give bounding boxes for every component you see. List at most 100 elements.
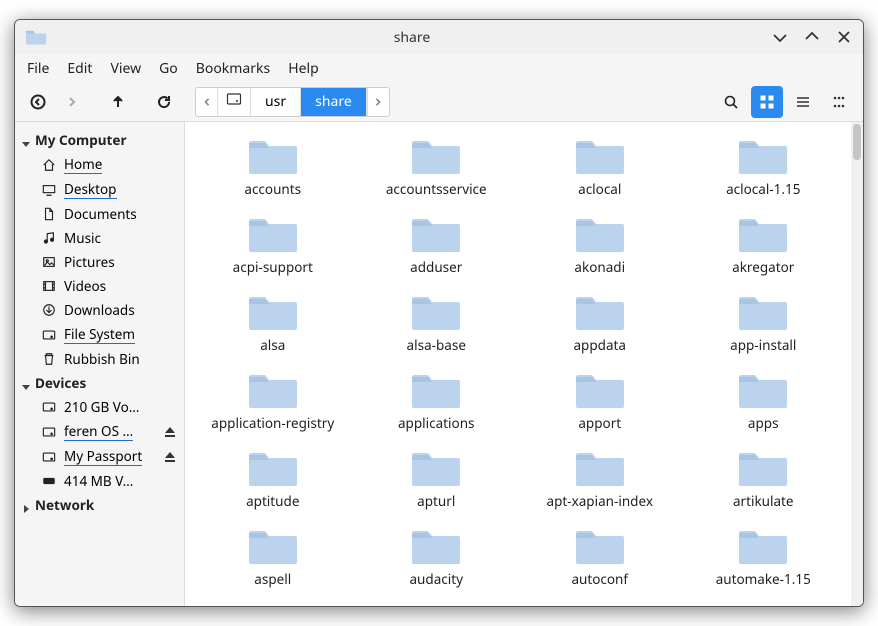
sidebar-item[interactable]: Desktop [15, 177, 184, 202]
disk-icon [41, 327, 57, 343]
folder-item[interactable]: application-registry [195, 364, 351, 438]
folder-label: apport [578, 414, 621, 432]
document-icon [41, 206, 57, 222]
menu-file[interactable]: File [27, 59, 49, 78]
folder-item[interactable]: audacity [359, 520, 515, 594]
scrollbar-thumb[interactable] [853, 124, 861, 160]
path-seg-usr[interactable]: usr [251, 88, 301, 116]
sidebar-item-label: File System [64, 325, 135, 344]
folder-label: alsa [260, 336, 285, 354]
desktop-icon [41, 182, 57, 198]
path-next-button[interactable] [367, 88, 389, 116]
expand-icon [21, 135, 31, 145]
sidebar-section-header[interactable]: Network [15, 493, 184, 517]
folder-item[interactable]: akregator [686, 208, 842, 282]
sidebar-item[interactable]: 414 MB V… [15, 469, 184, 493]
folder-grid-scroll[interactable]: accounts accountsservice aclocalaclocal-1.… [185, 122, 851, 606]
sidebar-item[interactable]: Music [15, 226, 184, 250]
folder-icon [247, 370, 299, 410]
sidebar-item[interactable]: Pictures [15, 250, 184, 274]
sidebar-item[interactable]: 210 GB Vo… [15, 395, 184, 419]
sidebar-item[interactable]: Documents [15, 202, 184, 226]
expand-icon [21, 500, 31, 510]
sidebar-item-label: Home [64, 155, 102, 174]
list-view-button[interactable] [787, 86, 819, 118]
icon-view-button[interactable] [751, 86, 783, 118]
folder-item[interactable]: apport [522, 364, 678, 438]
folder-item[interactable]: aclocal-1.15 [686, 130, 842, 204]
sidebar-item[interactable]: Videos [15, 274, 184, 298]
folder-label: akregator [732, 258, 794, 276]
file-manager-window: share File Edit View Go Bookmarks Help u… [14, 19, 864, 607]
folder-item[interactable]: alsa-base [359, 286, 515, 360]
folder-item[interactable]: apt-xapian-index [522, 442, 678, 516]
minimize-button[interactable] [771, 28, 789, 46]
sidebar-item[interactable]: Downloads [15, 298, 184, 322]
compact-view-button[interactable] [823, 86, 855, 118]
folder-item[interactable]: akonadi [522, 208, 678, 282]
folder-label: app-install [730, 336, 796, 354]
reload-button[interactable] [149, 87, 179, 117]
folder-item[interactable]: artikulate [686, 442, 842, 516]
folder-item[interactable]: applications [359, 364, 515, 438]
window-title: share [53, 28, 771, 47]
content-area: accounts accountsservice aclocalaclocal-1.… [185, 122, 863, 606]
folder-icon [574, 214, 626, 254]
toolbar: usr share [15, 82, 863, 122]
sidebar-item[interactable]: feren OS … [15, 419, 184, 444]
folder-item[interactable]: automake-1.15 [686, 520, 842, 594]
eject-icon[interactable] [164, 424, 180, 440]
sidebar-section-header[interactable]: My Computer [15, 128, 184, 152]
path-root-button[interactable] [218, 88, 251, 116]
folder-item[interactable]: app-install [686, 286, 842, 360]
forward-button[interactable] [57, 87, 87, 117]
menu-go[interactable]: Go [159, 59, 178, 78]
sidebar-item[interactable]: My Passport [15, 444, 184, 469]
close-button[interactable] [835, 28, 853, 46]
music-icon [41, 230, 57, 246]
menu-view[interactable]: View [110, 59, 141, 78]
path-prev-button[interactable] [196, 88, 218, 116]
back-button[interactable] [23, 87, 53, 117]
folder-item[interactable]: apps [686, 364, 842, 438]
menu-bookmarks[interactable]: Bookmarks [196, 59, 270, 78]
maximize-button[interactable] [803, 28, 821, 46]
menu-help[interactable]: Help [288, 59, 319, 78]
folder-icon [410, 136, 462, 176]
folder-label: application-registry [211, 414, 334, 432]
folder-icon [247, 448, 299, 488]
folder-item[interactable]: autoconf [522, 520, 678, 594]
folder-label: automake-1.15 [716, 570, 811, 588]
folder-icon [574, 448, 626, 488]
folder-icon [247, 214, 299, 254]
expand-icon [21, 378, 31, 388]
folder-icon [247, 292, 299, 332]
path-seg-share[interactable]: share [301, 88, 367, 116]
folder-item[interactable]: appdata [522, 286, 678, 360]
folder-item[interactable]: acpi-support [195, 208, 351, 282]
folder-item[interactable]: aspell [195, 520, 351, 594]
scrollbar[interactable] [851, 122, 863, 606]
folder-item[interactable]: alsa [195, 286, 351, 360]
sidebar-item[interactable]: File System [15, 322, 184, 347]
folder-item[interactable]: accounts [195, 130, 351, 204]
folder-label: aspell [254, 570, 291, 588]
folder-item[interactable]: aclocal [522, 130, 678, 204]
folder-icon [410, 526, 462, 566]
sidebar-item-label: 414 MB V… [64, 472, 133, 490]
search-button[interactable] [715, 86, 747, 118]
menu-edit[interactable]: Edit [67, 59, 92, 78]
videos-icon [41, 278, 57, 294]
sidebar-item[interactable]: Rubbish Bin [15, 347, 184, 371]
folder-item[interactable]: adduser [359, 208, 515, 282]
parent-button[interactable] [103, 87, 133, 117]
folder-item[interactable]: accountsservice [359, 130, 515, 204]
folder-label: accountsservice [386, 180, 487, 198]
folder-item[interactable]: apturl [359, 442, 515, 516]
eject-icon[interactable] [164, 449, 180, 465]
sidebar-section-header[interactable]: Devices [15, 371, 184, 395]
folder-label: adduser [410, 258, 462, 276]
folder-item[interactable]: aptitude [195, 442, 351, 516]
sidebar-item[interactable]: Home [15, 152, 184, 177]
folder-label: aptitude [246, 492, 299, 510]
